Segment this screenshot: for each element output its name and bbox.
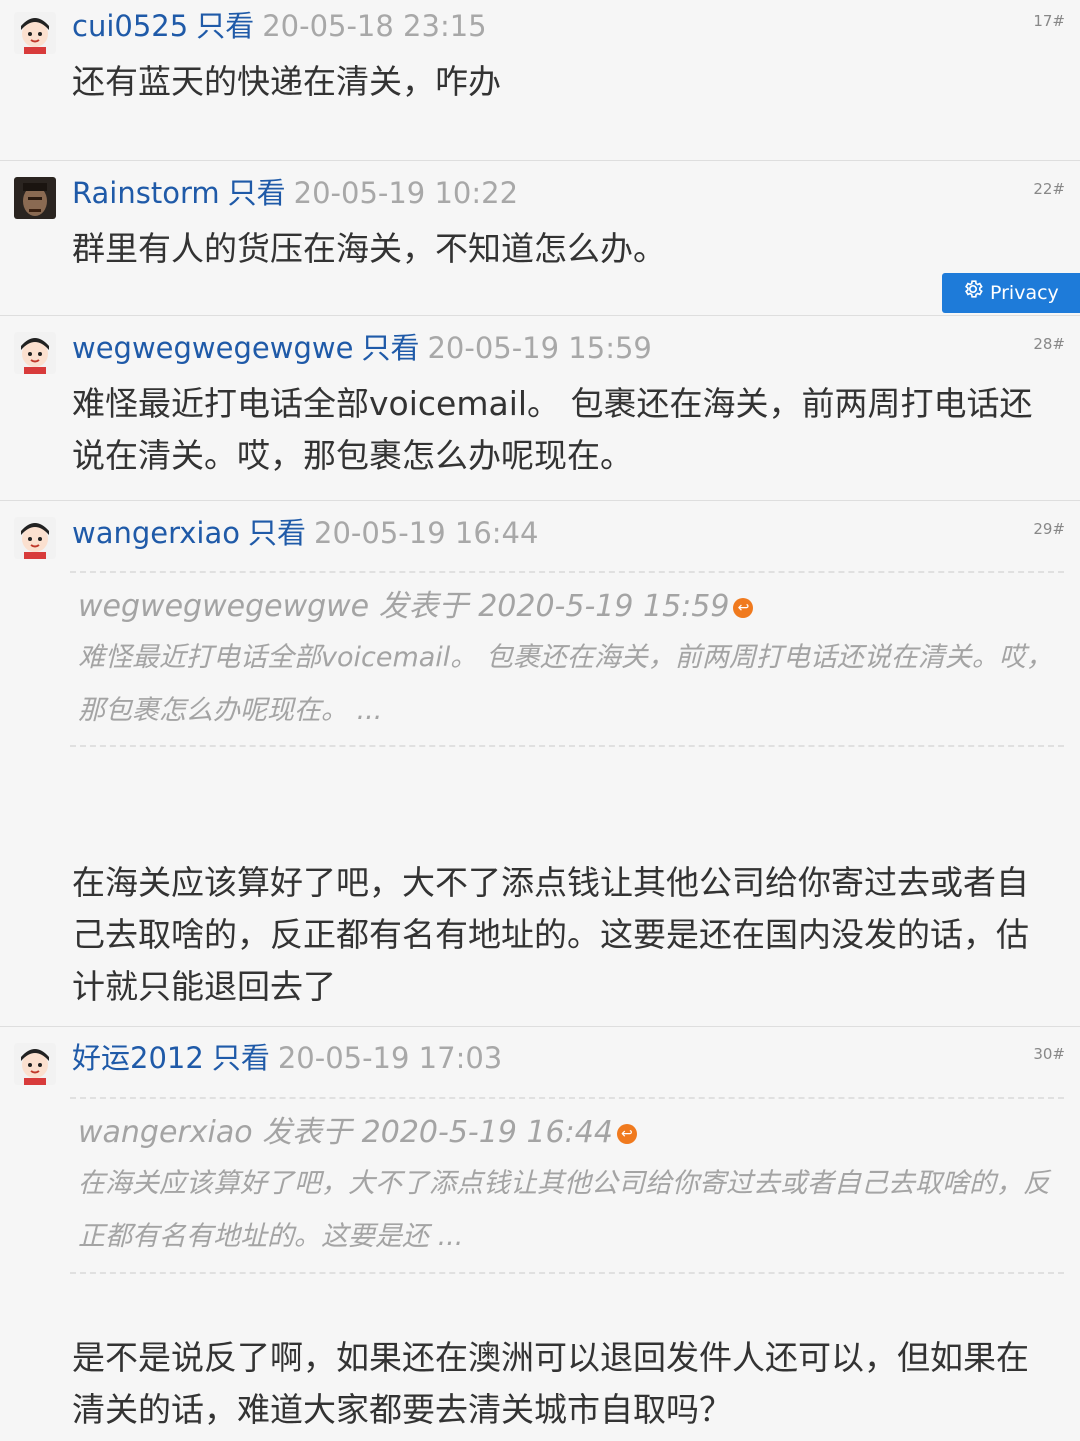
post-30: 好运2012 只看 20-05-19 17:03 30# wangerxiao 发表… — [0, 1027, 1080, 1441]
post-time: 20-05-19 17:03 — [277, 1041, 503, 1075]
default-avatar-icon — [14, 12, 56, 54]
post-header: wegwegwegewgwe 只看 20-05-19 15:59 — [72, 328, 652, 368]
only-see-link[interactable]: 只看 — [228, 176, 286, 210]
only-see-link[interactable]: 只看 — [248, 516, 306, 550]
user-photo-avatar-icon — [14, 177, 56, 219]
quote-header[interactable]: wegwegwegewgwe 发表于 2020-5-19 15:59 ↩ — [78, 583, 1054, 631]
default-avatar-icon — [14, 332, 56, 374]
post-content: 难怪最近打电话全部voicemail。 包裹还在海关，前两周打电话还说在清关。哎… — [72, 384, 1033, 475]
privacy-button[interactable]: Privacy — [942, 273, 1080, 313]
quote-body: 难怪最近打电话全部voicemail。 包裹还在海关，前两周打电话还说在清关。哎… — [78, 642, 1053, 726]
username-link[interactable]: cui0525 — [72, 9, 188, 43]
floor-number: 29# — [1033, 520, 1065, 538]
username-link[interactable]: wegwegwegewgwe — [72, 331, 353, 365]
only-see-link[interactable]: 只看 — [196, 9, 254, 43]
avatar[interactable] — [14, 1043, 56, 1085]
quote-author-time: wangerxiao 发表于 2020-5-19 16:44 — [78, 1115, 613, 1150]
floor-number: 22# — [1033, 180, 1065, 198]
floor-number: 30# — [1033, 1045, 1065, 1063]
quote-body: 在海关应该算好了吧，大不了添点钱让其他公司给你寄过去或者自己去取啥的，反正都有名… — [78, 1168, 1050, 1252]
post-header: 好运2012 只看 20-05-19 17:03 — [72, 1038, 502, 1078]
post-29: wangerxiao 只看 20-05-19 16:44 29# wegwegweg… — [0, 501, 1080, 1027]
post-header: cui0525 只看 20-05-18 23:15 — [72, 6, 487, 46]
post-time: 20-05-19 16:44 — [314, 516, 539, 550]
post-time: 20-05-19 10:22 — [293, 176, 519, 210]
default-avatar-icon — [14, 1043, 56, 1085]
default-avatar-icon — [14, 517, 56, 559]
jump-to-post-icon[interactable]: ↩ — [733, 597, 754, 618]
quote-header[interactable]: wangerxiao 发表于 2020-5-19 16:44 ↩ — [78, 1109, 1054, 1157]
post-content: 在海关应该算好了吧，大不了添点钱让其他公司给你寄过去或者自己去取啥的，反正都有名… — [72, 863, 1029, 1006]
privacy-label: Privacy — [990, 282, 1059, 304]
avatar[interactable] — [14, 177, 56, 219]
post-content: 群里有人的货压在海关，不知道怎么办。 — [72, 229, 666, 268]
username-link[interactable]: 好运2012 — [72, 1041, 204, 1075]
username-link[interactable]: Rainstorm — [72, 176, 220, 210]
quote-author-time: wegwegwegewgwe 发表于 2020-5-19 15:59 — [78, 589, 730, 624]
gear-icon — [962, 274, 984, 314]
post-content: 还有蓝天的快递在清关，咋办 — [72, 62, 501, 101]
post-time: 20-05-19 15:59 — [427, 331, 652, 365]
post-22: Rainstorm 只看 20-05-19 10:22 22# 群里有人的货压在海关… — [0, 161, 1080, 316]
only-see-link[interactable]: 只看 — [361, 331, 419, 365]
avatar[interactable] — [14, 12, 56, 54]
username-link[interactable]: wangerxiao — [72, 516, 240, 550]
floor-number: 17# — [1033, 12, 1065, 30]
avatar[interactable] — [14, 517, 56, 559]
post-17: cui0525 只看 20-05-18 23:15 17# 还有蓝天的快递在清关，咋… — [0, 0, 1080, 161]
post-28: wegwegwegewgwe 只看 20-05-19 15:59 28# 难怪最近打… — [0, 316, 1080, 501]
post-header: wangerxiao 只看 20-05-19 16:44 — [72, 513, 538, 553]
post-content: 是不是说反了啊，如果还在澳洲可以退回发件人还可以，但如果在清关的话，难道大家都要… — [72, 1338, 1029, 1429]
avatar[interactable] — [14, 332, 56, 374]
quote-block: wangerxiao 发表于 2020-5-19 16:44 ↩ 在海关应该算好了… — [70, 1097, 1064, 1274]
jump-to-post-icon[interactable]: ↩ — [616, 1123, 637, 1144]
post-header: Rainstorm 只看 20-05-19 10:22 — [72, 173, 518, 213]
floor-number: 28# — [1033, 335, 1065, 353]
post-time: 20-05-18 23:15 — [262, 9, 487, 43]
quote-block: wegwegwegewgwe 发表于 2020-5-19 15:59 ↩ 难怪最近… — [70, 571, 1064, 747]
only-see-link[interactable]: 只看 — [212, 1041, 270, 1075]
